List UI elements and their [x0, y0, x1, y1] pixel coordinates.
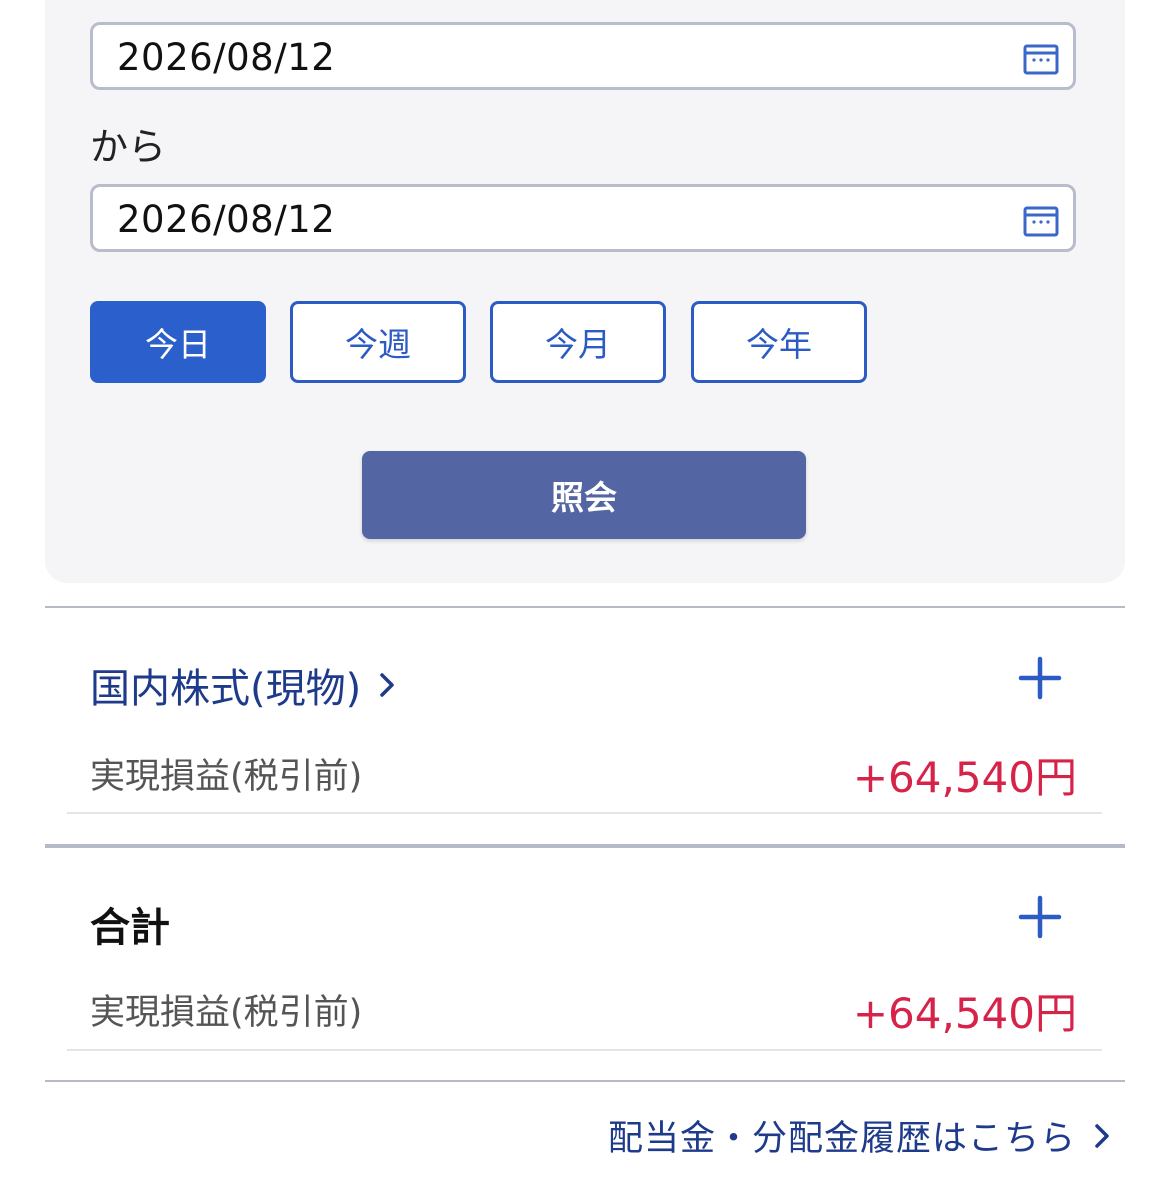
start-date-field[interactable]: 2026/08/12	[90, 22, 1076, 90]
domestic-stock-title: 国内株式(現物)	[90, 666, 362, 712]
range-button-this-month[interactable]: 今月	[490, 301, 666, 383]
realized-pl-value: +64,540円	[852, 753, 1077, 802]
query-button[interactable]: 照会	[362, 451, 806, 539]
calendar-icon[interactable]	[1023, 43, 1059, 75]
expand-plus-icon[interactable]	[1018, 895, 1062, 939]
end-date-field[interactable]: 2026/08/12	[90, 184, 1076, 252]
domestic-stock-link[interactable]: 国内株式(現物)	[90, 656, 399, 714]
total-realized-pl-label: 実現損益(税引前)	[90, 993, 363, 1033]
dividend-history-link[interactable]: 配当金・分配金履歴はこちら	[608, 1110, 1114, 1161]
range-button-this-year[interactable]: 今年	[691, 301, 867, 383]
start-date-value: 2026/08/12	[117, 36, 336, 79]
range-separator: から	[90, 125, 167, 169]
chevron-right-icon	[1095, 1123, 1109, 1148]
end-date-value: 2026/08/12	[117, 198, 336, 241]
dividend-history-label: 配当金・分配金履歴はこちら	[607, 1119, 1076, 1159]
realized-pl-label: 実現損益(税引前)	[90, 757, 363, 797]
total-realized-pl-value: +64,540円	[852, 989, 1077, 1038]
total-title: 合計	[90, 905, 170, 951]
row-divider	[67, 1049, 1102, 1051]
expand-plus-icon[interactable]	[1018, 656, 1062, 700]
range-button-today[interactable]: 今日	[90, 301, 266, 383]
row-divider	[67, 812, 1102, 814]
range-button-this-week[interactable]: 今週	[290, 301, 466, 383]
section-divider	[45, 606, 1125, 608]
chevron-right-icon	[380, 673, 394, 697]
calendar-icon[interactable]	[1023, 205, 1059, 237]
section-divider	[45, 844, 1125, 848]
section-divider	[45, 1080, 1125, 1082]
